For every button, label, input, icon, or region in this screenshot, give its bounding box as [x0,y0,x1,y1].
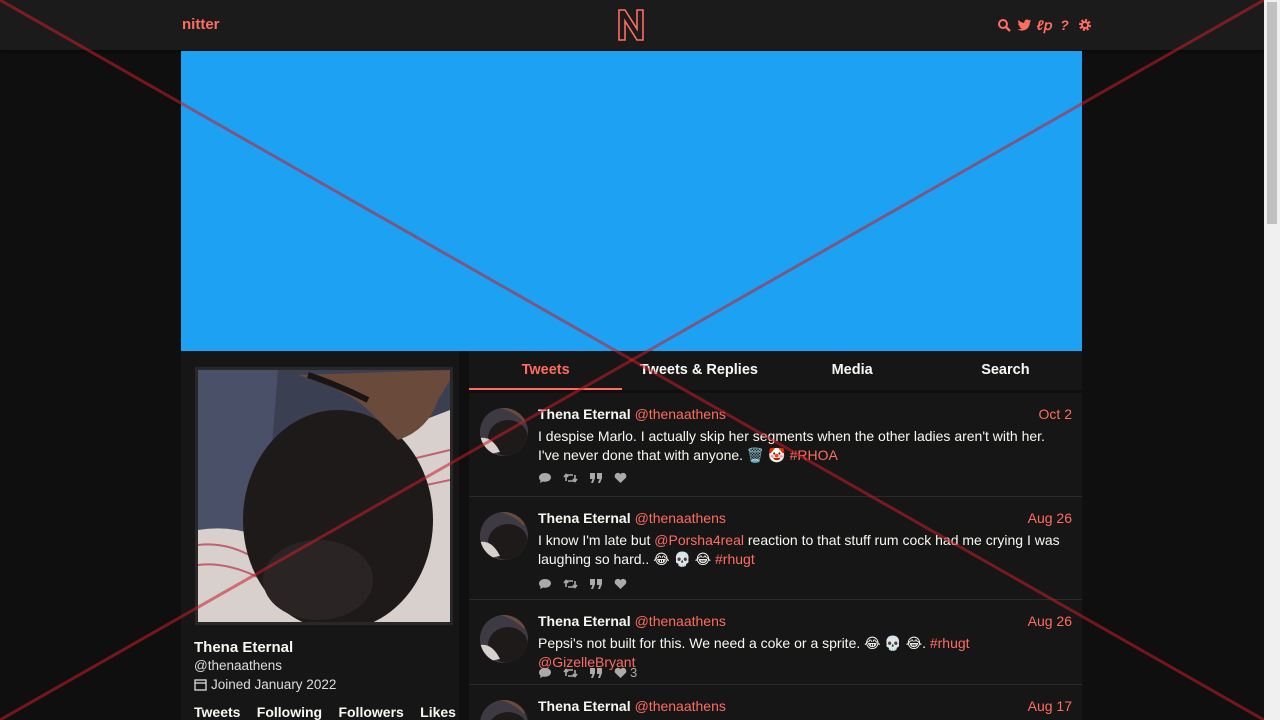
reply-icon[interactable] [538,472,552,484]
profile-card: Thena Eternal @thenaathens Joined Januar… [181,351,459,720]
tweet-avatar[interactable] [480,700,528,720]
tweet-text: I know I'm late but @Porsha4real reactio… [538,531,1068,569]
quote-icon[interactable] [589,472,603,484]
search-icon[interactable] [997,18,1012,33]
tweet-text-segment: I know I'm late but [538,532,655,548]
quote-icon[interactable] [589,578,603,590]
tweet-link[interactable]: #RHOA [790,447,838,463]
tweet-avatar[interactable] [480,512,528,560]
tweet-author-handle[interactable]: @thenaathens [635,698,726,714]
page-scrollbar[interactable] [1264,0,1280,720]
like-icon[interactable]: 3 [614,665,637,680]
nav-icons: ℓ𝘱 ? [997,15,1092,35]
stat-followers[interactable]: Followers [338,704,403,720]
profile-handle[interactable]: @thenaathens [194,658,282,673]
tweet-stats: 3 [538,665,637,680]
tweet[interactable]: Thena Eternal @thenaathens Aug 17 [469,685,1082,720]
tweet-author-handle[interactable]: @thenaathens [635,613,726,629]
tweet-text-segment: Pepsi's not built for this. We need a co… [538,635,930,651]
tweet-stats [538,472,627,484]
profile-avatar[interactable] [195,367,453,625]
tweet-author-name[interactable]: Thena Eternal [538,406,631,422]
tweet-link[interactable]: #rhugt [930,635,970,651]
joined-text: Joined January 2022 [211,677,337,692]
like-icon[interactable] [614,472,627,484]
tweet-date[interactable]: Aug 26 [1028,613,1072,629]
nitter-logo-icon[interactable] [616,8,646,42]
help-icon[interactable]: ? [1057,17,1072,33]
tweet-avatar[interactable] [480,408,528,456]
twitter-icon[interactable] [1017,18,1032,33]
rss-icon[interactable]: ℓ𝘱 [1036,17,1052,33]
tab-media[interactable]: Media [776,351,929,390]
like-icon[interactable] [614,578,627,590]
tab-tweets[interactable]: Tweets [469,351,623,390]
tweet-date[interactable]: Aug 17 [1028,698,1072,714]
tweet-date[interactable]: Aug 26 [1028,510,1072,526]
tweet[interactable]: Thena Eternal @thenaathens Oct 2 I despise … [469,393,1082,497]
tweet[interactable]: Thena Eternal @thenaathens Aug 26 I know I'… [469,497,1082,600]
brand-link[interactable]: nitter [182,16,220,33]
scrollbar-thumb[interactable] [1267,2,1277,224]
tweet-date[interactable]: Oct 2 [1039,406,1072,422]
tweet-author-handle[interactable]: @thenaathens [635,510,726,526]
tweet-header: Thena Eternal @thenaathens [538,510,726,526]
tweet-text: I despise Marlo. I actually skip her seg… [538,427,1068,465]
reply-icon[interactable] [538,667,552,679]
tab-tweets-replies[interactable]: Tweets & Replies [622,351,775,390]
reply-icon[interactable] [538,578,552,590]
tweet-author-name[interactable]: Thena Eternal [538,510,631,526]
settings-icon[interactable] [1077,18,1092,33]
tweet[interactable]: Thena Eternal @thenaathens Aug 26 Pepsi's n… [469,600,1082,685]
profile-name: Thena Eternal [194,639,294,656]
tweet-header: Thena Eternal @thenaathens [538,613,726,629]
tab-search[interactable]: Search [929,351,1082,390]
tweet-header: Thena Eternal @thenaathens [538,406,726,422]
retweet-icon[interactable] [563,667,578,679]
tweet-header: Thena Eternal @thenaathens [538,698,726,714]
profile-stats: Tweets Following Followers Likes [194,704,456,720]
like-count: 3 [630,665,638,680]
tweet-author-handle[interactable]: @thenaathens [635,406,726,422]
profile-banner[interactable] [181,51,1082,351]
stat-likes[interactable]: Likes [420,704,456,720]
stat-tweets[interactable]: Tweets [194,704,240,720]
profile-joined: Joined January 2022 [194,677,336,692]
quote-icon[interactable] [589,667,603,679]
retweet-icon[interactable] [563,472,578,484]
stat-following[interactable]: Following [257,704,322,720]
tweet-avatar[interactable] [480,615,528,663]
retweet-icon[interactable] [563,578,578,590]
tweet-link[interactable]: #rhugt [715,551,755,567]
calendar-icon [194,679,207,691]
tweet-author-name[interactable]: Thena Eternal [538,613,631,629]
timeline-tabs: Tweets Tweets & Replies Media Search [469,351,1082,390]
tweet-author-name[interactable]: Thena Eternal [538,698,631,714]
timeline: Thena Eternal @thenaathens Oct 2I despise … [469,393,1082,720]
navbar: nitter ℓ𝘱 ? [0,0,1264,50]
tweet-stats [538,578,627,590]
tweet-link[interactable]: @Porsha4real [654,532,744,548]
